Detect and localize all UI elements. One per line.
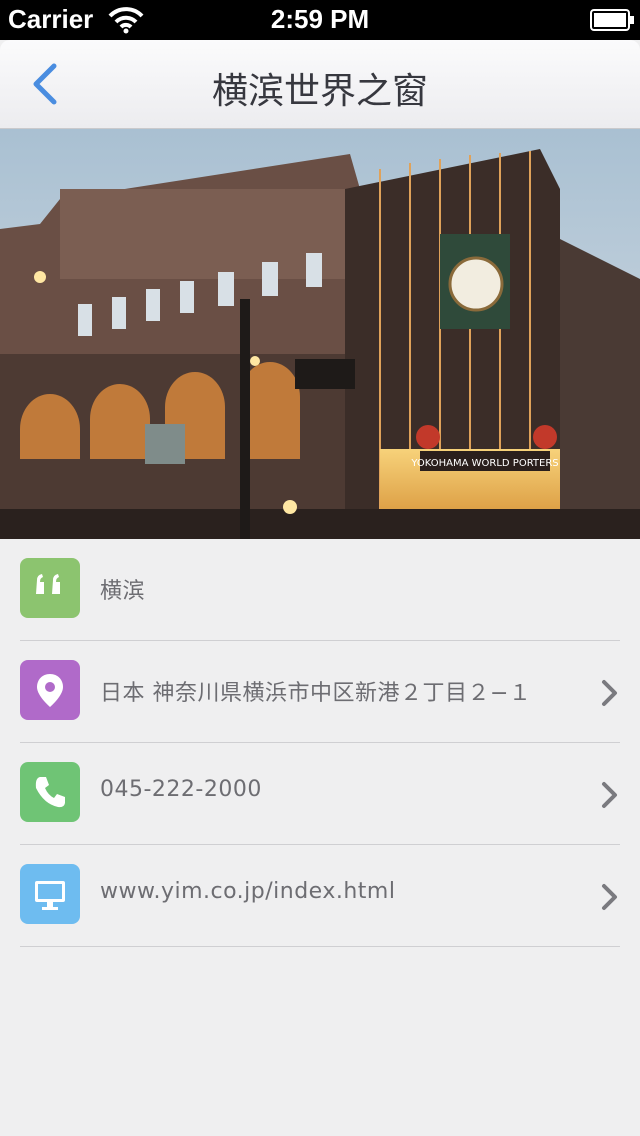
status-time: 2:59 PM bbox=[270, 4, 370, 34]
list-item-address[interactable]: 日本 神奈川県横浜市中区新港２丁目２−１ bbox=[20, 641, 620, 743]
quote-icon bbox=[36, 574, 60, 594]
address-text: 日本 神奈川県横浜市中区新港２丁目２−１ bbox=[100, 681, 532, 706]
navigation-bar: 横滨世界之窗 bbox=[0, 40, 640, 129]
phone-number: 045-222-2000 bbox=[100, 777, 262, 802]
hero-photo: YOKOHAMA WORLD PORTERS bbox=[0, 129, 640, 539]
hero-sign: YOKOHAMA WORLD PORTERS bbox=[410, 458, 558, 469]
quote-icon-tile bbox=[20, 558, 80, 618]
list-item-name: 横滨 bbox=[20, 539, 620, 641]
monitor-icon bbox=[35, 881, 65, 910]
chevron-right-icon bbox=[602, 884, 617, 910]
detail-list: 横滨 日本 神奈川県横浜市中区新港２丁目２−１ 045-222-2000 www… bbox=[0, 539, 640, 947]
page-title: 横滨世界之窗 bbox=[211, 71, 428, 112]
monitor-icon-tile bbox=[20, 864, 80, 924]
website-url: www.yim.co.jp/index.html bbox=[100, 879, 396, 904]
status-bar: Carrier 2:59 PM bbox=[0, 0, 640, 40]
phone-icon-tile bbox=[20, 762, 80, 822]
chevron-right-icon bbox=[602, 782, 617, 808]
back-button[interactable] bbox=[24, 60, 68, 108]
chevron-right-icon bbox=[602, 680, 617, 706]
list-item-website[interactable]: www.yim.co.jp/index.html bbox=[20, 845, 620, 947]
phone-icon bbox=[35, 777, 65, 808]
map-pin-icon bbox=[37, 674, 63, 707]
map-pin-icon-tile bbox=[20, 660, 80, 720]
list-item-phone[interactable]: 045-222-2000 bbox=[20, 743, 620, 845]
battery-icon bbox=[590, 8, 636, 36]
chevron-left-icon bbox=[33, 63, 57, 105]
location-name: 横滨 bbox=[100, 579, 146, 604]
